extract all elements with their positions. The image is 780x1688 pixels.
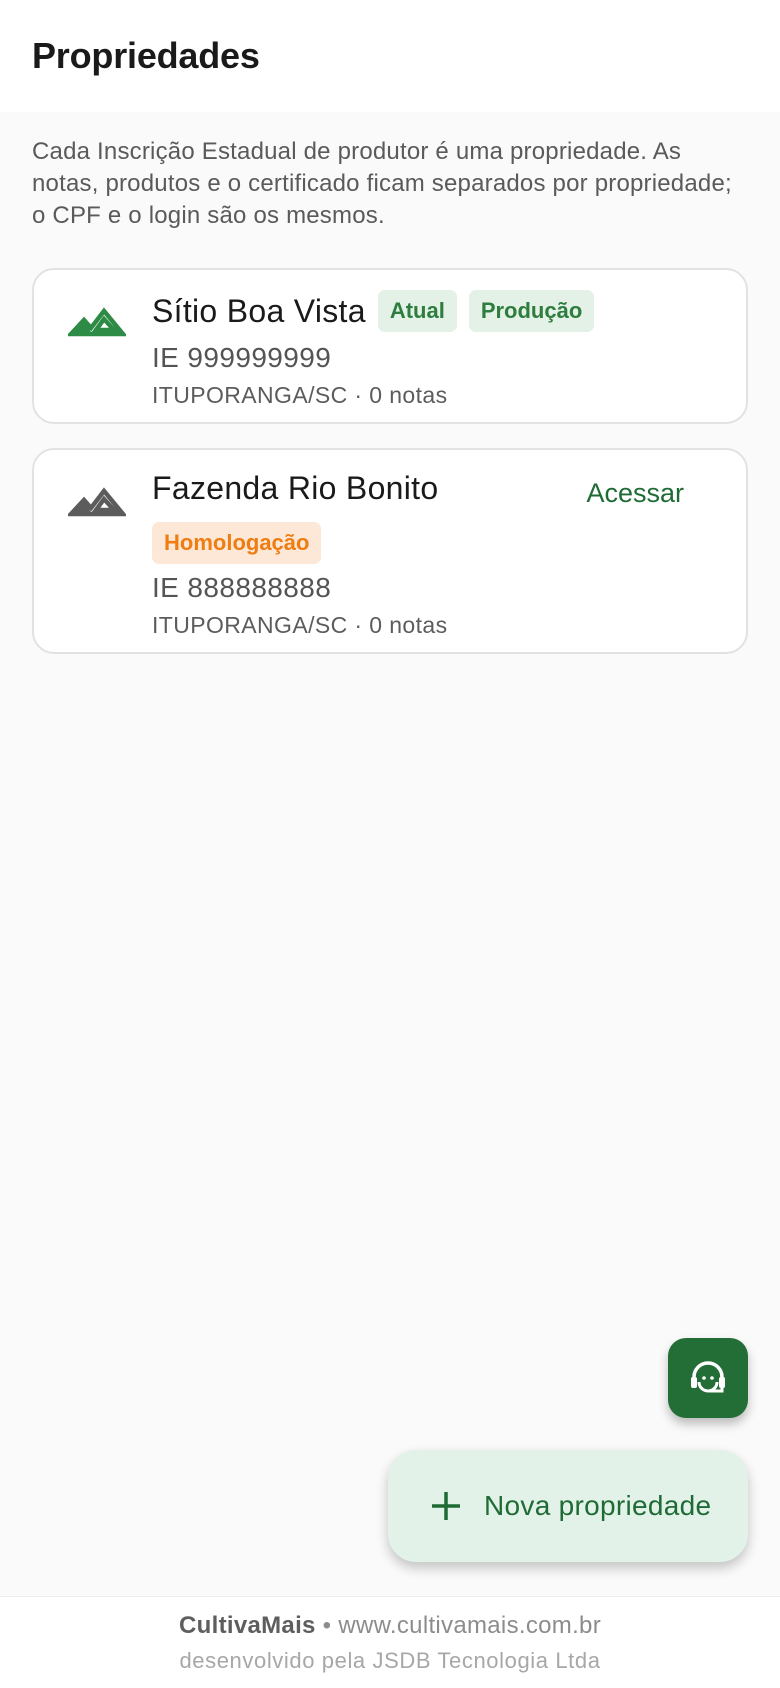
new-property-label: Nova propriedade — [484, 1490, 712, 1521]
current-badge: Atual — [377, 290, 457, 332]
support-button[interactable] — [668, 1338, 748, 1418]
app-bar: Propriedades — [0, 0, 780, 112]
property-card-fazenda-rio-bonito[interactable]: Fazenda Rio Bonito Homologação IE 888888… — [32, 448, 748, 654]
plus-icon — [432, 1492, 460, 1520]
property-name: Sítio Boa Vista — [152, 292, 366, 329]
property-ie: IE 999999999 — [152, 342, 332, 373]
property-card-sitio-boa-vista[interactable]: Sítio Boa Vista Atual Produção IE 999999… — [32, 268, 748, 424]
support-agent-icon — [691, 1361, 725, 1393]
intro-text: Cada Inscrição Estadual de produtor é um… — [32, 138, 732, 229]
footer: CultivaMais • www.cultivamais.com.br des… — [0, 1596, 780, 1688]
property-location: ITUPORANGA/SC · 0 notas — [152, 382, 448, 408]
property-name: Fazenda Rio Bonito — [152, 470, 439, 506]
mountain-icon — [68, 487, 126, 517]
footer-site-link[interactable]: • www.cultivamais.com.br — [323, 1612, 601, 1639]
environment-badge: Produção — [468, 290, 595, 332]
access-button[interactable]: Acessar — [586, 478, 684, 509]
property-ie: IE 888888888 — [152, 572, 332, 603]
page-title: Propriedades — [32, 35, 260, 76]
environment-badge: Homologação — [152, 522, 322, 564]
mountain-icon — [68, 307, 126, 337]
footer-brand: CultivaMais — [179, 1611, 316, 1639]
footer-brand-line: CultivaMais • www.cultivamais.com.br — [179, 1612, 601, 1640]
property-location: ITUPORANGA/SC · 0 notas — [152, 612, 448, 638]
footer-credit: desenvolvido pela JSDB Tecnologia Ltda — [179, 1647, 601, 1673]
new-property-button[interactable]: Nova propriedade — [388, 1450, 748, 1562]
